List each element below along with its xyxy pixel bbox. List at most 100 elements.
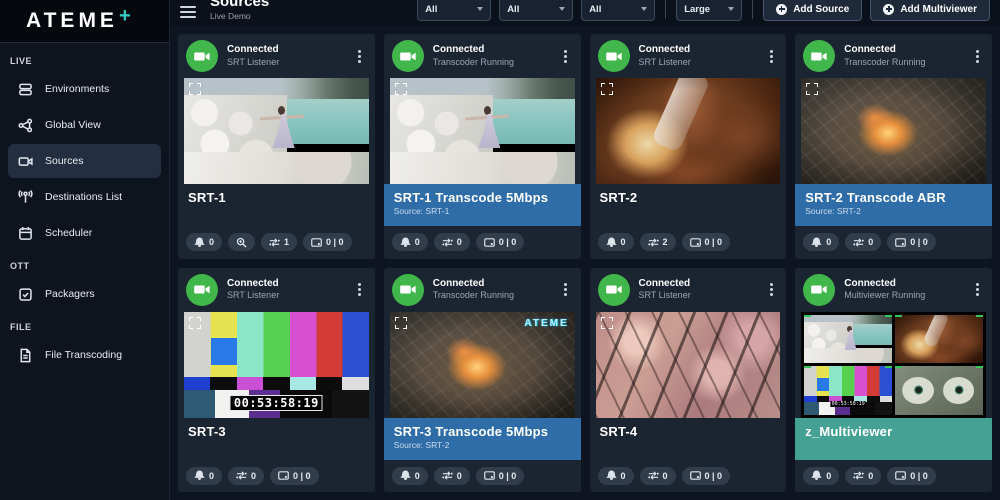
video-thumbnail-fire-scene[interactable] (801, 78, 986, 184)
expand-icon[interactable] (189, 317, 201, 329)
transfer-arrows-icon (853, 470, 864, 481)
sidebar-nav: LIVE Environments Global View Sources De… (0, 42, 169, 374)
video-thumbnail-amber-scene[interactable] (596, 78, 781, 184)
source-card-srt-3-transcode: Connected Transcoder Running ATEME SRT-3… (384, 268, 581, 493)
recorder-count: 0 | 0 (910, 471, 928, 481)
links-badge[interactable]: 0 (845, 467, 881, 485)
video-thumbnail-fire-scene[interactable]: ATEME (390, 312, 575, 418)
ateme-logo[interactable]: ATEME+ (0, 0, 169, 42)
alarms-count: 0 (826, 237, 831, 247)
connected-status-icon (392, 40, 424, 72)
alarms-badge[interactable]: 0 (186, 233, 222, 251)
links-badge[interactable]: 0 (434, 467, 470, 485)
links-badge[interactable]: 2 (640, 233, 676, 251)
expand-icon[interactable] (601, 83, 613, 95)
sidebar-item-global-view[interactable]: Global View (8, 108, 161, 142)
links-badge[interactable]: 0 (228, 467, 264, 485)
alarms-badge[interactable]: 0 (392, 233, 428, 251)
card-menu-icon[interactable] (353, 279, 367, 300)
alarms-count: 0 (621, 471, 626, 481)
add-multiviewer-button[interactable]: Add Multiviewer (870, 0, 990, 21)
status-label: Connected (844, 278, 961, 291)
expand-icon[interactable] (395, 317, 407, 329)
monitor-icon (895, 470, 906, 481)
recorder-badge[interactable]: 0 | 0 (476, 467, 525, 485)
recorder-badge[interactable]: 0 | 0 (682, 233, 731, 251)
status-text: Connected SRT Listener (639, 44, 756, 68)
recorder-count: 0 | 0 (499, 471, 517, 481)
card-menu-icon[interactable] (559, 46, 573, 67)
card-menu-icon[interactable] (559, 279, 573, 300)
expand-icon[interactable] (395, 83, 407, 95)
card-source: Source: SRT-2 (394, 440, 571, 450)
recorder-badge[interactable]: 0 | 0 (476, 233, 525, 251)
zoom-badge[interactable] (228, 233, 255, 251)
filter-dropdown-1[interactable]: All (417, 0, 491, 21)
sidebar-item-label: File Transcoding (45, 349, 122, 361)
monitor-icon (278, 470, 289, 481)
alarms-badge[interactable]: 0 (598, 233, 634, 251)
card-menu-icon[interactable] (764, 279, 778, 300)
package-icon (18, 287, 33, 302)
alarms-badge[interactable]: 0 (803, 467, 839, 485)
card-badges: 0 2 0 | 0 (590, 226, 787, 258)
links-badge[interactable]: 0 (434, 233, 470, 251)
expand-icon[interactable] (806, 83, 818, 95)
recorder-badge[interactable]: 0 | 0 (887, 233, 936, 251)
connected-status-icon (598, 40, 630, 72)
filter-dropdown-3[interactable]: All (581, 0, 655, 21)
links-badge[interactable]: 0 (845, 233, 881, 251)
card-title: SRT-3 Transcode 5Mbps (394, 424, 571, 439)
filter-value: All (589, 4, 601, 15)
alarms-badge[interactable]: 0 (803, 233, 839, 251)
chevron-down-icon (728, 7, 734, 11)
card-menu-icon[interactable] (353, 46, 367, 67)
links-badge[interactable]: 0 (640, 467, 676, 485)
alarms-badge[interactable]: 0 (392, 467, 428, 485)
logo-plus-icon: + (119, 5, 131, 28)
sidebar-item-packagers[interactable]: Packagers (8, 277, 161, 311)
video-thumbnail-blossom-scene[interactable] (596, 312, 781, 418)
recorder-badge[interactable]: 0 | 0 (887, 467, 936, 485)
card-menu-icon[interactable] (764, 46, 778, 67)
video-thumbnail-smpte-bars[interactable]: 00:53:58:19 (184, 312, 369, 418)
source-card-srt-3: Connected SRT Listener (178, 268, 375, 493)
transfer-arrows-icon (269, 237, 280, 248)
add-source-button[interactable]: Add Source (763, 0, 862, 21)
sidebar-item-label: Scheduler (45, 227, 92, 239)
multiviewer-cell-pamukkale (804, 315, 892, 364)
alarms-badge[interactable]: 0 (186, 467, 222, 485)
alarms-badge[interactable]: 0 (598, 467, 634, 485)
sidebar-item-file-transcoding[interactable]: File Transcoding (8, 338, 161, 372)
expand-icon[interactable] (189, 83, 201, 95)
video-thumbnail-pamukkale[interactable] (390, 78, 575, 184)
filter-dropdown-2[interactable]: All (499, 0, 573, 21)
recorder-badge[interactable]: 0 | 0 (682, 467, 731, 485)
hamburger-menu-icon[interactable] (180, 3, 196, 21)
expand-icon[interactable] (601, 317, 613, 329)
thumbnail-art (184, 78, 369, 184)
card-menu-icon[interactable] (970, 46, 984, 67)
video-thumbnail-pamukkale[interactable] (184, 78, 369, 184)
sidebar-item-scheduler[interactable]: Scheduler (8, 216, 161, 250)
links-badge[interactable]: 1 (261, 233, 297, 251)
card-menu-icon[interactable] (970, 279, 984, 300)
card-title-bar: z_Multiviewer (795, 418, 992, 460)
recorder-badge[interactable]: 0 | 0 (270, 467, 319, 485)
connected-status-icon (598, 274, 630, 306)
sidebar-item-destinations-list[interactable]: Destinations List (8, 180, 161, 214)
status-label: Connected (227, 278, 344, 291)
video-thumbnail-multiviewer[interactable]: 00:53:58:19 (801, 312, 986, 418)
monitor-icon (690, 470, 701, 481)
plus-circle-icon (883, 4, 894, 15)
status-text: Connected SRT Listener (227, 44, 344, 68)
sidebar-item-sources[interactable]: Sources (8, 144, 161, 178)
top-bar: Sources Live Demo All All All Lar (170, 0, 1000, 26)
card-header: Connected Transcoder Running (384, 34, 581, 78)
substatus-label: SRT Listener (227, 57, 344, 68)
sidebar-item-environments[interactable]: Environments (8, 72, 161, 106)
recorder-badge[interactable]: 0 | 0 (303, 233, 352, 251)
separator (752, 0, 753, 19)
size-dropdown[interactable]: Large (676, 0, 742, 21)
card-title-bar: SRT-3 (178, 418, 375, 460)
